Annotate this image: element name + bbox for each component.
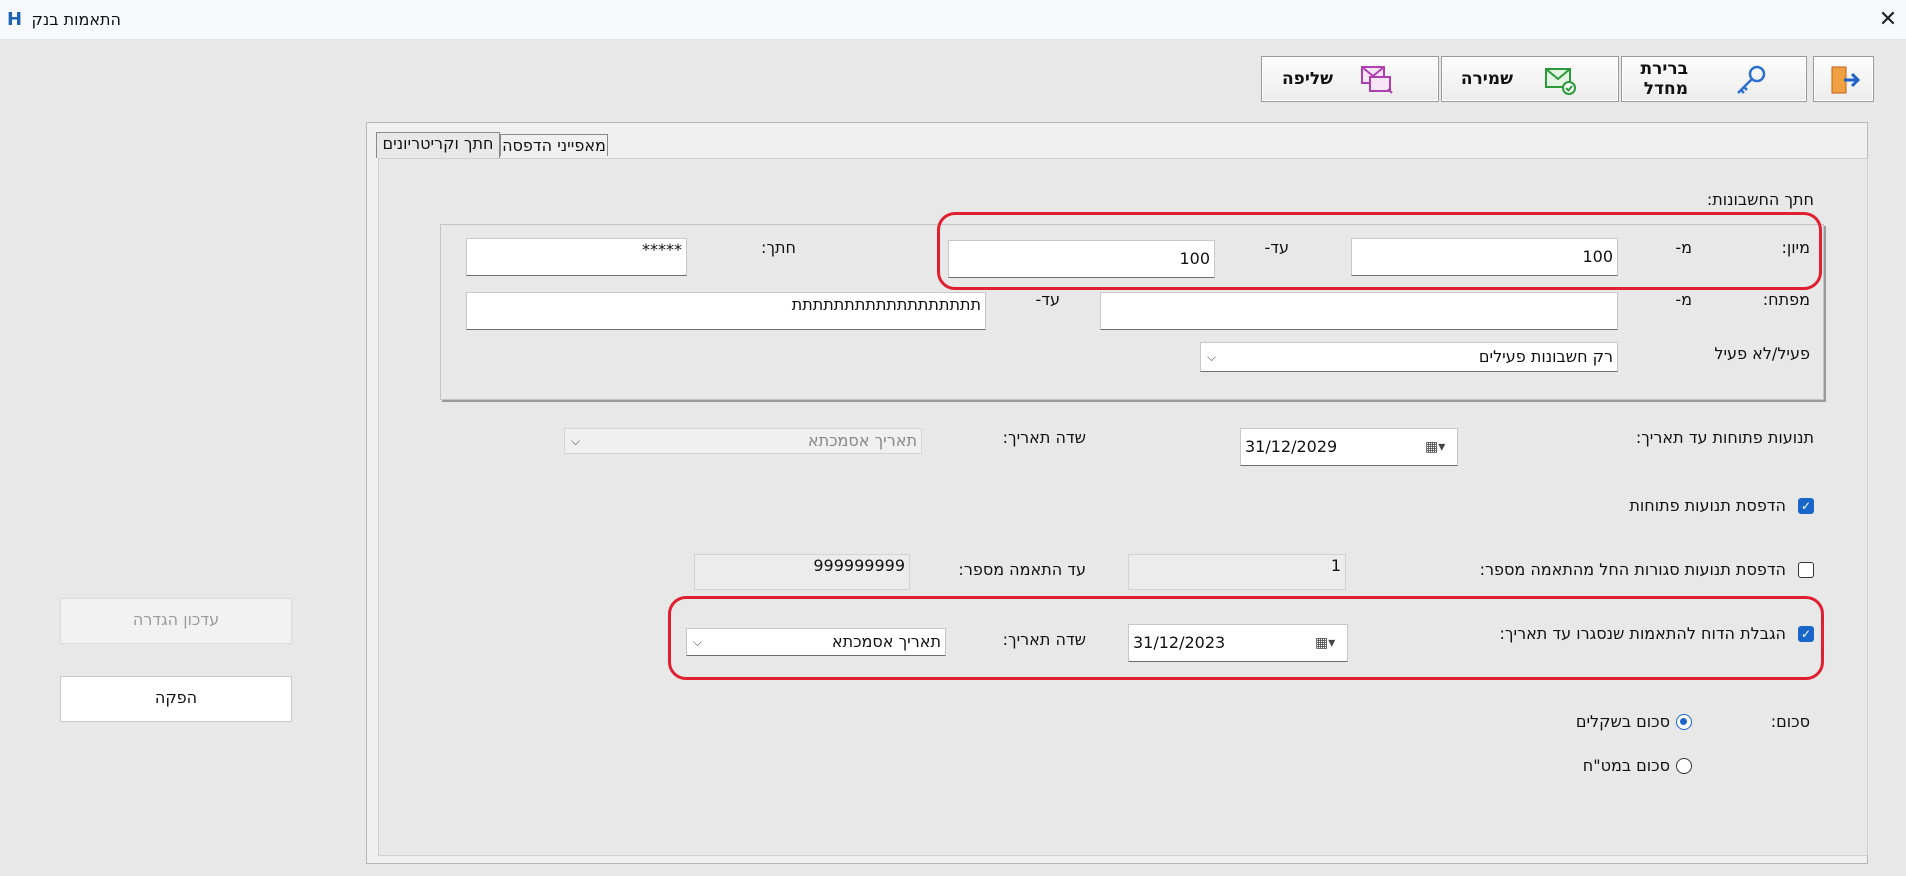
save-label: שמירה	[1460, 69, 1513, 89]
title-bar	[0, 0, 1906, 40]
key-to-label: עד-	[1035, 290, 1060, 309]
key-from-input[interactable]	[1100, 292, 1618, 330]
active-status-select[interactable]: רק חשבונות פעילים ⌵	[1200, 342, 1618, 372]
accounts-cut-heading: חתך החשבונות:	[1706, 190, 1814, 209]
cut-input[interactable]: *****	[466, 238, 687, 276]
save-button[interactable]: שמירה	[1441, 56, 1619, 102]
print-closed-from-input: 1	[1128, 554, 1346, 590]
close-icon[interactable]: ✕	[1876, 8, 1900, 32]
load-envelope-icon	[1361, 66, 1393, 94]
open-moves-date-value: 31/12/2029	[1245, 437, 1338, 456]
save-envelope-icon	[1545, 68, 1576, 95]
amount-label: סכום:	[1770, 712, 1810, 731]
highlight-limit-report	[668, 596, 1824, 680]
calendar-dropdown-icon[interactable]: ▦▾	[1425, 429, 1445, 465]
amount-ils-radio[interactable]	[1676, 714, 1692, 730]
print-closed-to-input: 999999999	[694, 554, 910, 590]
update-definition-button[interactable]: עדכון הגדרה	[60, 598, 292, 644]
key-to-input[interactable]: תתתתתתתתתתתתתתתתתת	[466, 292, 986, 330]
produce-button[interactable]: הפקה	[60, 676, 292, 722]
load-button[interactable]: שליפה	[1261, 56, 1439, 102]
defaults-label-2: מחדל	[1643, 79, 1688, 99]
exit-door-icon	[1831, 66, 1861, 94]
print-closed-to-label: עד התאמה מספר:	[958, 560, 1086, 579]
amount-fx-radio[interactable]	[1676, 758, 1692, 774]
open-moves-date-field-value: תאריך אסמכתא	[807, 431, 917, 450]
active-status-label: פעיל/לא פעיל	[1714, 344, 1810, 363]
tab-print-properties[interactable]: מאפייני הדפסה	[500, 134, 608, 156]
open-moves-label: תנועות פתוחות עד תאריך:	[1635, 428, 1814, 447]
print-open-label: הדפסת תנועות פתוחות	[1629, 496, 1786, 515]
active-status-value: רק חשבונות פעילים	[1478, 347, 1613, 366]
cut-label: חתך:	[761, 238, 796, 257]
open-moves-date-field-label: שדה תאריך:	[1002, 428, 1086, 447]
load-label: שליפה	[1281, 69, 1333, 89]
amount-fx-label: סכום במט"ח	[1582, 756, 1670, 775]
exit-button[interactable]	[1813, 56, 1874, 102]
app-logo-icon: H	[7, 9, 23, 30]
chevron-down-icon: ⌵	[571, 434, 581, 448]
open-moves-date-field-select: תאריך אסמכתא ⌵	[564, 428, 922, 454]
highlight-sort-range	[937, 212, 1822, 290]
key-from-label: מ-	[1675, 290, 1692, 309]
chevron-down-icon: ⌵	[1207, 350, 1217, 364]
key-icon	[1737, 65, 1766, 94]
defaults-button[interactable]: ברירת מחדל	[1621, 56, 1807, 102]
open-moves-date-input[interactable]: 31/12/2029 ▦▾	[1240, 428, 1458, 466]
key-label: מפתח:	[1762, 290, 1810, 309]
window-title: התאמות בנק	[31, 10, 122, 29]
defaults-label-1: ברירת	[1640, 59, 1688, 79]
tab-cut-criteria[interactable]: חתך וקריטריונים	[376, 132, 500, 158]
print-open-checkbox[interactable]	[1798, 498, 1814, 514]
print-closed-label: הדפסת תנועות סגורות החל מהתאמה מספר:	[1479, 560, 1786, 579]
amount-ils-label: סכום בשקלים	[1575, 712, 1670, 731]
print-closed-checkbox[interactable]	[1798, 562, 1814, 578]
